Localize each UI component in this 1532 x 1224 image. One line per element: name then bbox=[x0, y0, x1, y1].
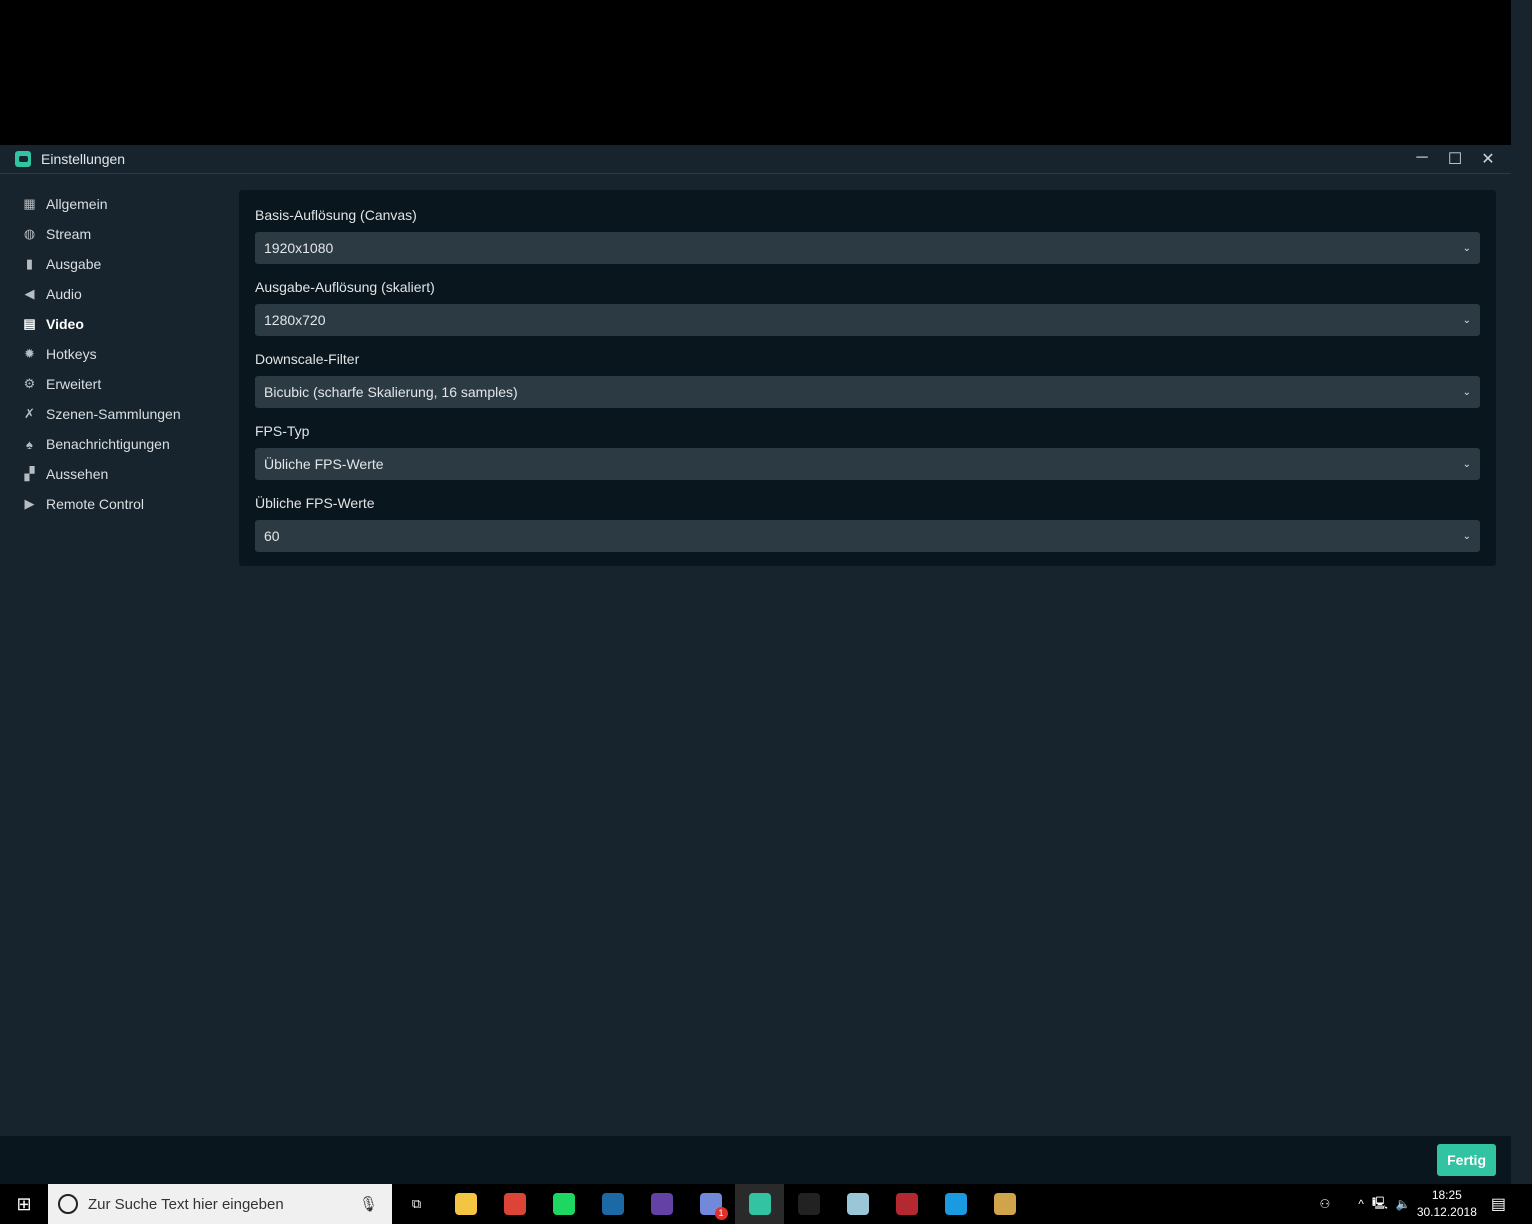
people-icon[interactable]: ⚇ bbox=[1319, 1197, 1330, 1211]
taskbar-streamlabs-obs-icon[interactable] bbox=[735, 1184, 784, 1224]
setting-dropdown[interactable]: Übliche FPS-Werte ⌄ bbox=[255, 448, 1480, 480]
sidebar-item-erweitert[interactable]: ⚙ Erweitert bbox=[0, 369, 230, 399]
sidebar-item-stream[interactable]: ◍ Stream bbox=[0, 219, 230, 249]
sidebar: ▦ Allgemein ◍ Stream ▮ Ausgabe ◀ Audio ▤ Video ✹ Ho… bbox=[0, 189, 230, 519]
setting-dropdown[interactable]: 60 ⌄ bbox=[255, 520, 1480, 552]
sidebar-item-label: Video bbox=[46, 316, 84, 332]
setting-dropdown[interactable]: Bicubic (scharfe Skalierung, 16 samples)… bbox=[255, 376, 1480, 408]
streamlabs-logo-icon bbox=[15, 151, 31, 167]
setting-dropdown[interactable]: 1920x1080 ⌄ bbox=[255, 232, 1480, 264]
sidebar-item-hotkeys[interactable]: ✹ Hotkeys bbox=[0, 339, 230, 369]
dropdown-value: Bicubic (scharfe Skalierung, 16 samples) bbox=[264, 384, 518, 400]
sidebar-item-label: Hotkeys bbox=[46, 346, 97, 362]
sidebar-item-remote-control[interactable]: ▶ Remote Control bbox=[0, 489, 230, 519]
sidebar-item-label: Ausgabe bbox=[46, 256, 102, 272]
speaker-icon: ◀ bbox=[24, 286, 35, 301]
sidebar-item-label: Remote Control bbox=[46, 496, 145, 512]
taskbar-file-explorer-icon[interactable] bbox=[441, 1184, 490, 1224]
windows-start-icon[interactable]: ⊞ bbox=[0, 1184, 48, 1224]
sidebar-item-label: Aussehen bbox=[46, 466, 109, 482]
footer: Fertig bbox=[0, 1136, 1511, 1184]
notification-badge: 1 bbox=[714, 1207, 728, 1220]
sidebar-item-ausgabe[interactable]: ▮ Ausgabe bbox=[0, 249, 230, 279]
dropdown-value: 60 bbox=[264, 528, 280, 544]
sidebar-item-aussehen[interactable]: ▞ Aussehen bbox=[0, 459, 230, 489]
sidebar-item-audio[interactable]: ◀ Audio bbox=[0, 279, 230, 309]
sidebar-item-benachrichtigungen[interactable]: ♠ Benachrichtigungen bbox=[0, 429, 230, 459]
chevron-down-icon: ⌄ bbox=[1462, 530, 1471, 542]
search-placeholder: Zur Suche Text hier eingeben bbox=[88, 1195, 284, 1213]
sidebar-item-allgemein[interactable]: ▦ Allgemein bbox=[0, 189, 230, 219]
chevron-up-icon[interactable]: ^ bbox=[1358, 1197, 1364, 1211]
search-box[interactable]: Zur Suche Text hier eingeben 🎙 bbox=[48, 1184, 392, 1224]
dropdown-value: 1920x1080 bbox=[264, 240, 334, 256]
setting-label: Ausgabe-Auflösung (skaliert) bbox=[255, 279, 435, 295]
chevron-down-icon: ⌄ bbox=[1462, 386, 1471, 398]
dropdown-value: 1280x720 bbox=[264, 312, 326, 328]
taskbar-chrome-icon[interactable] bbox=[490, 1184, 539, 1224]
setting-label: Basis-Auflösung (Canvas) bbox=[255, 207, 417, 223]
taskbar-steam-icon[interactable] bbox=[588, 1184, 637, 1224]
window-title: Einstellungen bbox=[41, 151, 126, 167]
taskbar-epic-games-icon[interactable] bbox=[784, 1184, 833, 1224]
chevron-down-icon: ⌄ bbox=[1462, 314, 1471, 326]
maximize-button[interactable]: ☐ bbox=[1445, 149, 1465, 169]
taskbar-winrar-icon[interactable] bbox=[882, 1184, 931, 1224]
taskbar-notepad-icon[interactable] bbox=[833, 1184, 882, 1224]
play-circle-icon: ▶ bbox=[24, 496, 35, 511]
volume-icon[interactable]: 🔈 bbox=[1396, 1197, 1411, 1211]
title-bar: Einstellungen ─ ☐ ✕ bbox=[0, 145, 1511, 174]
clock[interactable]: 18:25 30.12.2018 bbox=[1417, 1187, 1477, 1221]
film-icon: ▤ bbox=[23, 316, 36, 331]
shapes-icon: ▞ bbox=[24, 466, 35, 481]
dropdown-value: Übliche FPS-Werte bbox=[264, 456, 384, 472]
setting-label: Downscale-Filter bbox=[255, 351, 360, 367]
sidebar-item-label: Szenen-Sammlungen bbox=[46, 406, 181, 422]
taskbar-paint-icon[interactable] bbox=[980, 1184, 1029, 1224]
setting-label: FPS-Typ bbox=[255, 423, 310, 439]
video-settings-panel: Basis-Auflösung (Canvas) 1920x1080 ⌄ Ausgab… bbox=[239, 190, 1496, 566]
sidebar-item-label: Erweitert bbox=[46, 376, 102, 392]
sidebar-item-szenen-sammlungen[interactable]: ✗ Szenen-Sammlungen bbox=[0, 399, 230, 429]
chip-icon: ▮ bbox=[25, 256, 34, 271]
taskbar-task-view-icon[interactable]: ⧉ bbox=[392, 1184, 441, 1224]
taskbar-discord-icon[interactable]: 1 bbox=[686, 1184, 735, 1224]
taskbar: ⊞ Zur Suche Text hier eingeben 🎙 ⧉ 1 ⚇ ^ … bbox=[0, 1184, 1532, 1224]
time: 18:25 bbox=[1431, 1188, 1462, 1202]
grid-icon: ▦ bbox=[23, 196, 36, 211]
sidebar-item-video[interactable]: ▤ Video bbox=[0, 309, 230, 339]
sidebar-item-label: Benachrichtigungen bbox=[46, 436, 170, 452]
taskbar-spotify-icon[interactable] bbox=[539, 1184, 588, 1224]
setting-dropdown[interactable]: 1280x720 ⌄ bbox=[255, 304, 1480, 336]
network-icon[interactable]: 🖳 bbox=[1372, 1194, 1388, 1215]
taskbar-twitch-icon[interactable] bbox=[637, 1184, 686, 1224]
system-tray: ⚇ ^ 🖳 🔈 18:25 30.12.2018 ▤ bbox=[1319, 1184, 1532, 1224]
chevron-down-icon: ⌄ bbox=[1462, 458, 1471, 470]
microphone-icon[interactable]: 🎙 bbox=[359, 1195, 378, 1213]
cortana-icon bbox=[58, 1194, 78, 1214]
background-app-edge bbox=[1511, 0, 1532, 1184]
gears-icon: ⚙ bbox=[23, 376, 36, 391]
gear-icon: ✹ bbox=[24, 346, 35, 361]
settings-window: Einstellungen ─ ☐ ✕ ▦ Allgemein ◍ Stream ▮ Au… bbox=[0, 145, 1511, 1184]
bell-icon: ♠ bbox=[26, 436, 33, 452]
sidebar-item-label: Audio bbox=[46, 286, 82, 302]
globe-icon: ◍ bbox=[23, 226, 36, 241]
wand-icon: ✗ bbox=[24, 406, 35, 421]
sidebar-item-label: Stream bbox=[46, 226, 92, 242]
date: 30.12.2018 bbox=[1416, 1205, 1477, 1219]
minimize-button[interactable]: ─ bbox=[1412, 149, 1432, 167]
chevron-down-icon: ⌄ bbox=[1462, 242, 1471, 254]
sidebar-item-label: Allgemein bbox=[46, 196, 108, 212]
close-button[interactable]: ✕ bbox=[1478, 149, 1498, 169]
taskbar-fortnite-icon[interactable] bbox=[931, 1184, 980, 1224]
notification-icon[interactable]: ▤ bbox=[1491, 1194, 1506, 1214]
done-button[interactable]: Fertig bbox=[1437, 1144, 1496, 1176]
setting-label: Übliche FPS-Werte bbox=[255, 495, 375, 511]
